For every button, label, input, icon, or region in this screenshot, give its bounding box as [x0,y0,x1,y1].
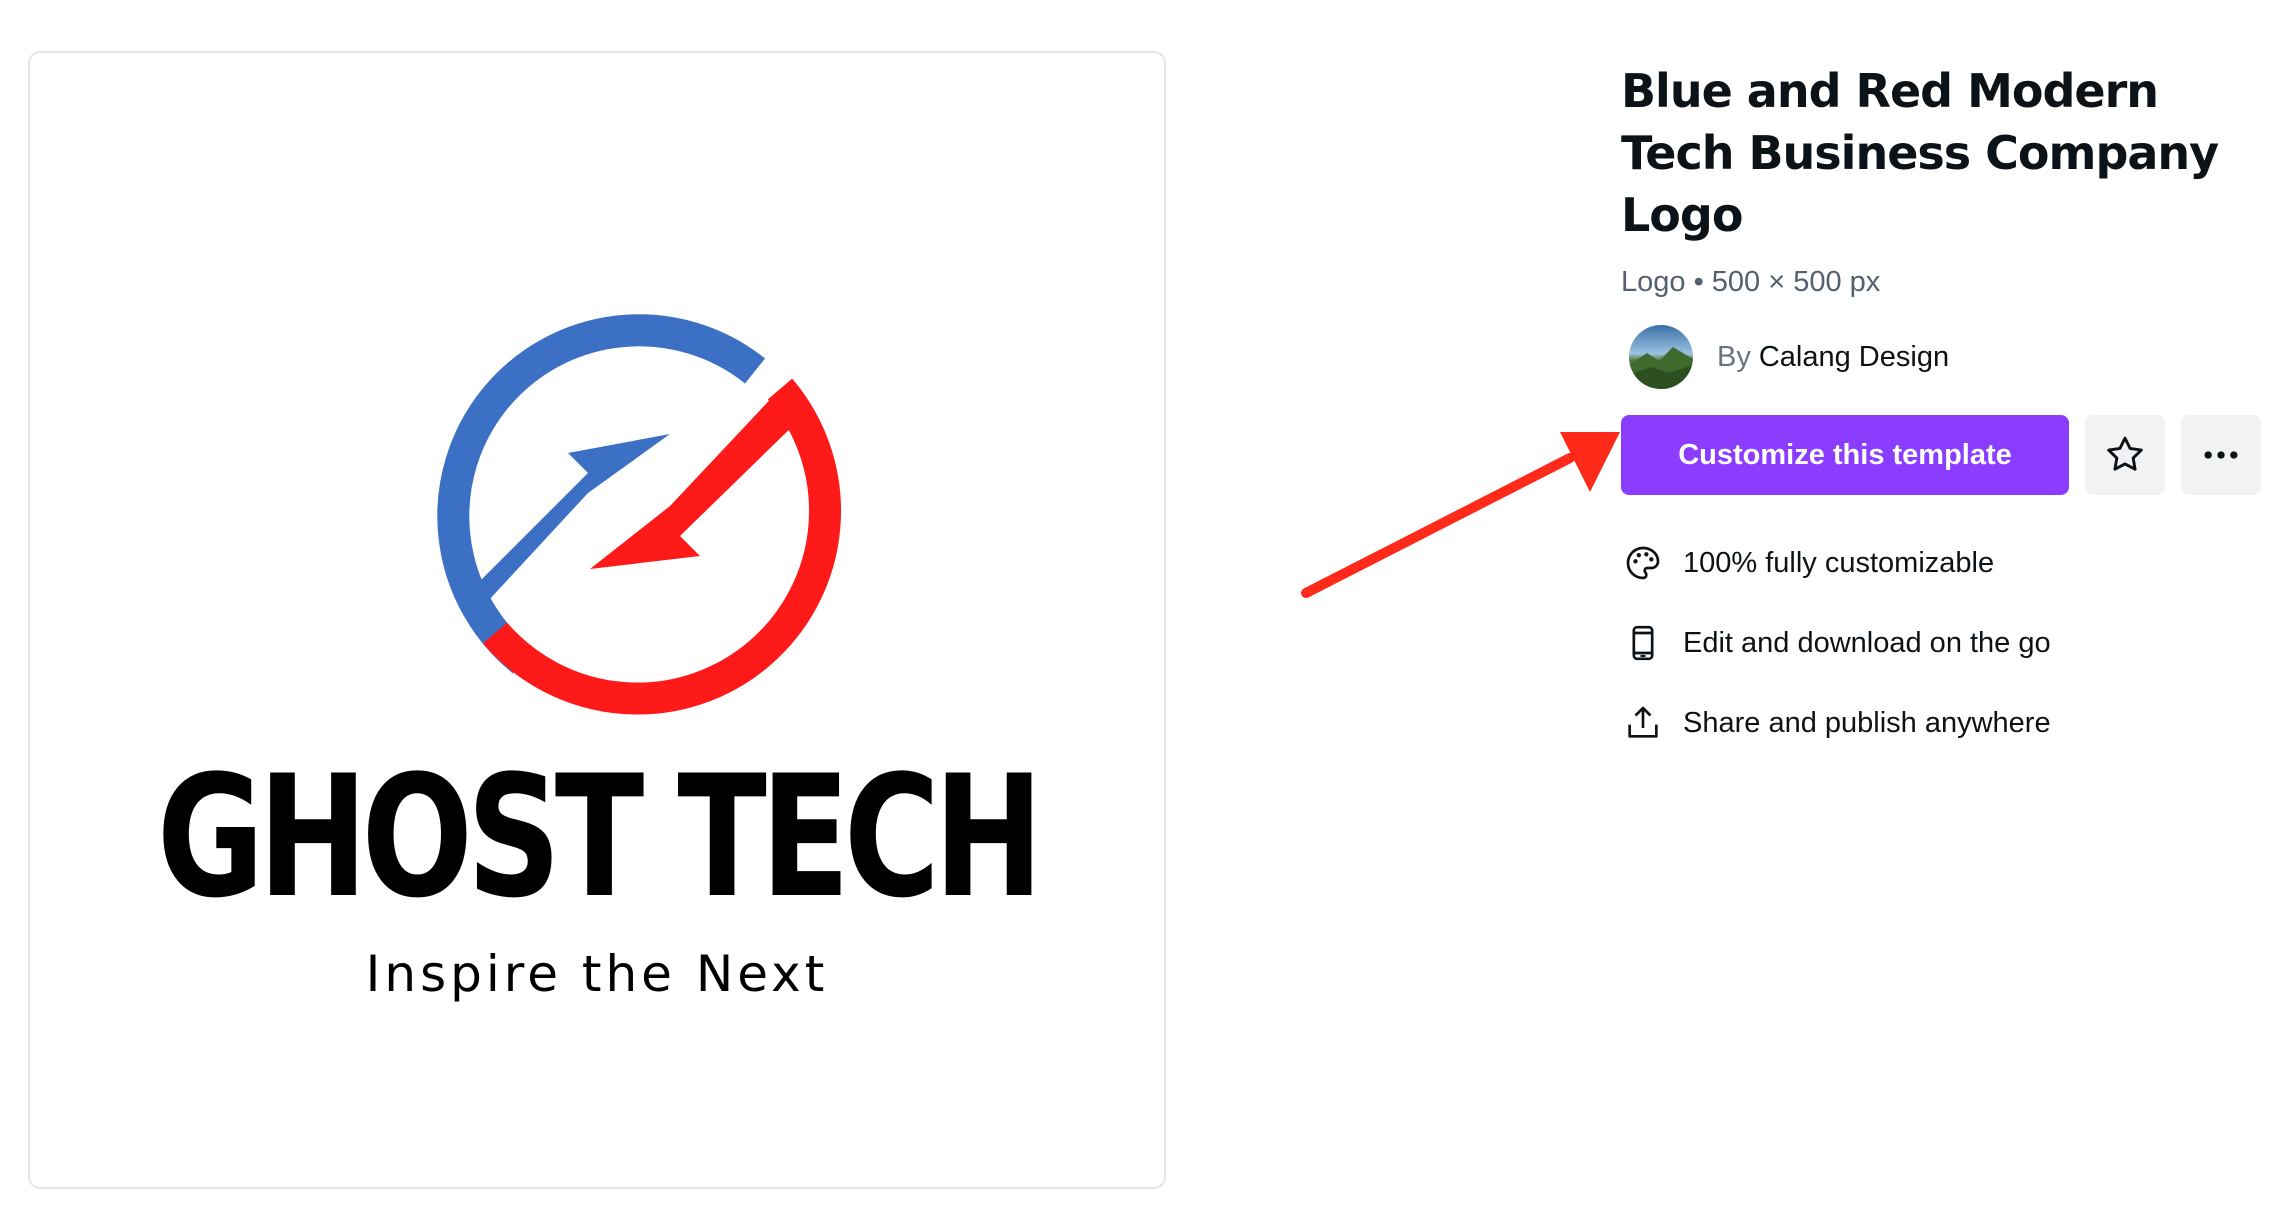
template-meta: Logo • 500 × 500 px [1621,266,1881,298]
logo-mark-icon [437,314,842,715]
feature-label: 100% fully customizable [1683,546,1995,579]
logo-name: GHOST TECH [156,739,1044,935]
template-title: Blue and Red Modern Tech Business Compan… [1621,64,2219,242]
feature-item: Share and publish anywhere [1621,683,2281,763]
phone-icon [1621,621,1665,665]
template-details: Blue and Red Modern Tech Business Compan… [1621,60,2281,763]
feature-label: Edit and download on the go [1683,626,2051,659]
author-text[interactable]: By Calang Design [1717,341,1949,374]
feature-item: Edit and download on the go [1621,603,2281,683]
favorite-button[interactable] [2085,415,2165,495]
palette-icon [1621,541,1665,585]
star-icon [2107,436,2143,471]
annotation-arrow-icon [1301,432,1620,598]
feature-label: Share and publish anywhere [1683,706,2051,739]
feature-list: 100% fully customizable Edit and downloa… [1621,523,2281,763]
more-options-button[interactable] [2181,415,2261,495]
customize-template-button[interactable]: Customize this template [1621,415,2069,495]
logo-tagline: Inspire the Next [365,945,829,1003]
author-name[interactable]: Calang Design [1759,341,1949,373]
template-page: GHOST TECH Inspire the Next Blue and Red… [0,0,2282,1214]
author-row[interactable]: By Calang Design [1621,325,2281,389]
action-row: Customize this template [1621,415,2281,495]
avatar[interactable] [1629,325,1693,389]
share-icon [1621,701,1665,745]
feature-item: 100% fully customizable [1621,523,2281,603]
template-preview[interactable]: GHOST TECH Inspire the Next [28,51,1166,1189]
more-options-icon [2204,451,2238,459]
author-by-label: By [1717,340,1751,373]
